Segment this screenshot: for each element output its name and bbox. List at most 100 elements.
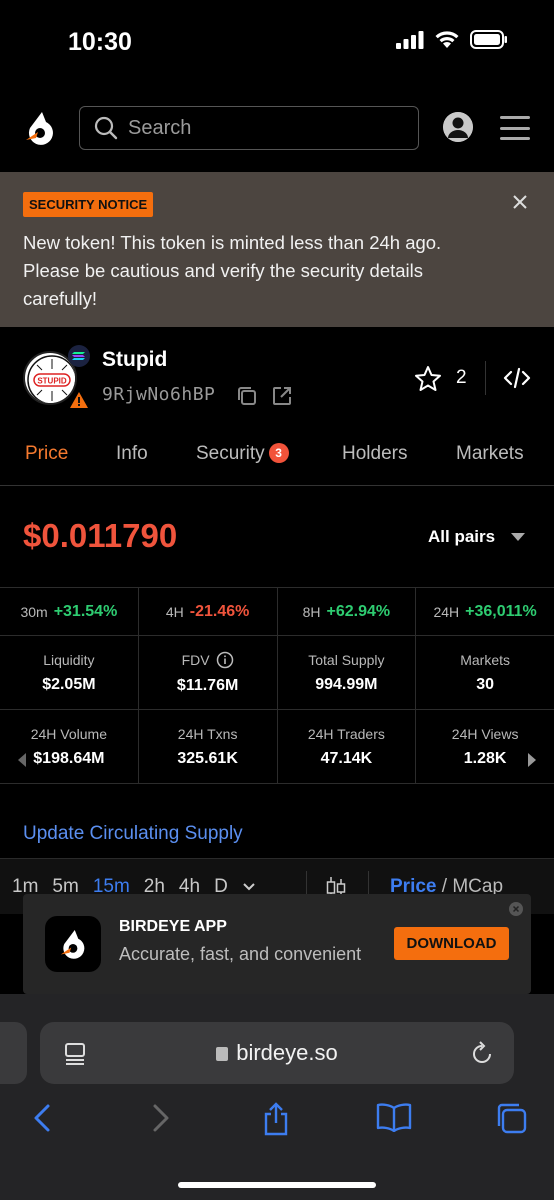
update-circulating-supply-link[interactable]: Update Circulating Supply <box>23 823 243 845</box>
token-price: $0.011790 <box>23 517 178 554</box>
security-notice-badge: SECURITY NOTICE <box>23 192 154 217</box>
tab-markets[interactable]: Markets <box>456 443 524 465</box>
token-address: 9RjwNo6hBP <box>102 384 216 405</box>
back-icon[interactable] <box>30 1102 54 1139</box>
stat-24h-volume: 24H Volume $198.64M <box>0 710 139 783</box>
token-tabs: Price Info Security 3 Holders Markets <box>0 421 554 486</box>
timeframe-change: -21.46% <box>189 602 250 620</box>
stat-value: 47.14K <box>320 749 373 767</box>
stat-label: Total Supply <box>308 651 385 668</box>
token-avatar-text: STUPID <box>37 377 67 386</box>
stat-fdv: FDV $11.76M <box>139 636 278 709</box>
stat-value: 30 <box>476 675 495 693</box>
security-notice: SECURITY NOTICE New token! This token is… <box>0 172 554 327</box>
birdeye-app-icon <box>45 916 101 972</box>
user-account-icon[interactable] <box>443 112 473 142</box>
timeframe-row: 30m +31.54% 4H -21.46% 8H +62.94% 24H +3… <box>0 588 554 636</box>
embed-code-icon[interactable] <box>503 367 531 389</box>
warning-icon <box>70 392 88 408</box>
tab-holders[interactable]: Holders <box>342 443 407 465</box>
tab-security[interactable]: Security 3 <box>196 443 289 465</box>
timeframe-cell[interactable]: 24H +36,011% <box>416 588 554 635</box>
browser-nav <box>0 1102 554 1142</box>
tabs-overview-icon[interactable] <box>495 1102 527 1139</box>
stat-total-supply: Total Supply 994.99M <box>278 636 417 709</box>
app-header: Search <box>0 84 554 172</box>
info-icon[interactable] <box>216 651 234 669</box>
bookmarks-icon[interactable] <box>376 1102 412 1137</box>
timeframe-label: 4H <box>165 603 184 620</box>
search-placeholder: Search <box>128 116 192 139</box>
reload-icon[interactable] <box>470 1040 494 1066</box>
wifi-icon <box>435 31 459 48</box>
search-input[interactable]: Search <box>79 106 419 150</box>
pair-selector-label: All pairs <box>428 527 496 546</box>
external-link-icon[interactable] <box>271 385 293 407</box>
timeframe-cell[interactable]: 8H +62.94% <box>278 588 417 635</box>
hamburger-menu-icon[interactable] <box>500 116 530 140</box>
security-notice-text: New token! This token is minted less tha… <box>23 232 442 309</box>
chevron-down-icon <box>511 533 526 541</box>
watchlist-star-icon[interactable] <box>414 365 442 392</box>
stat-value: $198.64M <box>33 749 105 767</box>
timeframe-label: 8H <box>302 603 321 620</box>
share-icon[interactable] <box>261 1102 291 1141</box>
timeframe-cell[interactable]: 4H -21.46% <box>139 588 278 635</box>
scroll-left-arrow-icon[interactable] <box>18 753 26 767</box>
download-button[interactable]: DOWNLOAD <box>394 927 509 960</box>
stats-row: Liquidity $2.05M FDV $11.76M Total Suppl… <box>0 636 554 710</box>
stat-24h-txns: 24H Txns 325.61K <box>139 710 278 783</box>
cellular-signal-icon <box>396 30 424 49</box>
battery-icon <box>470 30 507 49</box>
stat-label: 24H Traders <box>307 725 385 742</box>
token-header: STUPID Stupid 9RjwNo6hBP 2 <box>0 327 554 421</box>
tab-price[interactable]: Price <box>25 443 68 465</box>
timeframe-label: 24H <box>433 603 460 620</box>
status-time: 10:30 <box>68 28 132 56</box>
status-icons <box>396 30 508 49</box>
stat-value: $11.76M <box>176 676 239 694</box>
stat-value: 325.61K <box>177 749 238 767</box>
stats-row: 24H Volume $198.64M 24H Txns 325.61K 24H… <box>0 710 554 783</box>
url-text: birdeye.so <box>236 1040 338 1065</box>
app-banner-subtitle: Accurate, fast, and convenient <box>119 944 362 964</box>
stat-label: FDV <box>181 651 210 668</box>
app-download-banner: BIRDEYE APP Accurate, fast, and convenie… <box>23 894 531 994</box>
stat-value: 994.99M <box>315 675 378 693</box>
stats-grid: 30m +31.54% 4H -21.46% 8H +62.94% 24H +3… <box>0 587 554 784</box>
timeframe-label: 30m <box>20 603 48 620</box>
stat-24h-traders: 24H Traders 47.14K <box>278 710 417 783</box>
app-banner-title: BIRDEYE APP <box>119 918 227 935</box>
scroll-right-arrow-icon[interactable] <box>528 753 536 767</box>
stat-label-wrap: FDV <box>182 651 234 669</box>
tab-info[interactable]: Info <box>116 443 148 465</box>
url-display: birdeye.so <box>40 1040 514 1066</box>
close-icon[interactable] <box>509 902 523 916</box>
stat-liquidity: Liquidity $2.05M <box>0 636 139 709</box>
search-icon <box>94 116 118 140</box>
lock-icon <box>216 1047 229 1061</box>
security-count-badge: 3 <box>268 443 289 463</box>
timeframe-change: +62.94% <box>326 602 391 620</box>
copy-icon[interactable] <box>236 385 258 407</box>
solana-chain-icon <box>68 345 90 367</box>
pair-selector[interactable]: All pairs <box>428 527 526 547</box>
previous-tab-preview[interactable] <box>0 1022 27 1084</box>
stat-value: 1.28K <box>463 749 507 767</box>
address-bar[interactable]: birdeye.so <box>40 1022 514 1084</box>
close-icon[interactable] <box>512 194 528 210</box>
token-name: Stupid <box>102 348 168 371</box>
forward-icon[interactable] <box>149 1102 173 1139</box>
stat-label: 24H Views <box>451 725 519 742</box>
status-bar: 10:30 <box>0 0 554 84</box>
stat-markets: Markets 30 <box>416 636 554 709</box>
divider <box>485 361 486 395</box>
stat-label: Liquidity <box>43 651 95 668</box>
timeframe-cell[interactable]: 30m +31.54% <box>0 588 139 635</box>
stat-24h-views: 24H Views 1.28K <box>416 710 554 783</box>
birdeye-logo-icon[interactable] <box>24 110 56 146</box>
timeframe-change: +36,011% <box>465 602 537 620</box>
stat-label: 24H Volume <box>30 725 108 742</box>
stat-label: Markets <box>460 651 511 668</box>
chevron-down-icon[interactable] <box>242 882 256 892</box>
